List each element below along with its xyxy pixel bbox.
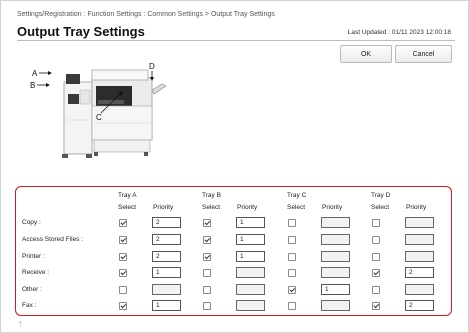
ok-button[interactable]: OK — [340, 45, 392, 63]
priority-input[interactable] — [321, 267, 350, 278]
tray-select-checkbox[interactable] — [203, 286, 211, 294]
row-label: Other : — [22, 286, 42, 293]
label-a: A — [32, 69, 38, 78]
tray-select-checkbox[interactable] — [119, 269, 127, 277]
select-header: Select — [287, 204, 306, 211]
priority-input[interactable] — [236, 284, 265, 295]
select-header: Select — [371, 204, 390, 211]
page-title: Output Tray Settings — [17, 24, 145, 39]
priority-input[interactable]: 2 — [405, 267, 434, 278]
priority-header: Priority — [406, 204, 427, 211]
tray-select-checkbox[interactable] — [288, 253, 296, 261]
priority-input[interactable]: 2 — [152, 251, 181, 262]
priority-input[interactable] — [405, 284, 434, 295]
priority-input[interactable]: 2 — [405, 300, 434, 311]
tray-select-checkbox[interactable] — [372, 302, 380, 310]
priority-input[interactable] — [321, 234, 350, 245]
tray-select-checkbox[interactable] — [119, 302, 127, 310]
row-label: Copy : — [22, 219, 41, 226]
priority-header: Priority — [237, 204, 258, 211]
priority-input[interactable] — [152, 284, 181, 295]
tray-select-checkbox[interactable] — [372, 253, 380, 261]
row-label: Receive : — [22, 269, 50, 276]
label-c: C — [96, 113, 102, 122]
priority-input[interactable] — [321, 251, 350, 262]
row-label: Fax : — [22, 302, 37, 309]
priority-input[interactable]: 1 — [321, 284, 350, 295]
tray-select-checkbox[interactable] — [288, 269, 296, 277]
tray-select-checkbox[interactable] — [203, 219, 211, 227]
tray-select-checkbox[interactable] — [203, 302, 211, 310]
tray-select-checkbox[interactable] — [372, 236, 380, 244]
tray-name-header: Tray D — [371, 192, 391, 199]
cancel-button[interactable]: Cancel — [395, 45, 452, 63]
machine-illustration: A B D C — [30, 62, 167, 158]
row-label: Printer : — [22, 253, 45, 260]
select-header: Select — [118, 204, 137, 211]
tray-select-checkbox[interactable] — [288, 286, 296, 294]
priority-input[interactable] — [236, 300, 265, 311]
tray-select-checkbox[interactable] — [119, 219, 127, 227]
tray-select-checkbox[interactable] — [288, 219, 296, 227]
label-b: B — [30, 81, 35, 90]
breadcrumb: Settings/Registration : Function Setting… — [17, 11, 275, 18]
scroll-up-icon[interactable]: ⇡ — [17, 320, 24, 329]
last-updated-timestamp: Last Updated : 01/11 2023 12:00:18 — [347, 29, 451, 36]
tray-select-checkbox[interactable] — [119, 236, 127, 244]
priority-input[interactable] — [236, 267, 265, 278]
tray-name-header: Tray B — [202, 192, 221, 199]
priority-input[interactable] — [321, 300, 350, 311]
priority-input[interactable] — [405, 217, 434, 228]
tray-select-checkbox[interactable] — [288, 302, 296, 310]
tray-select-checkbox[interactable] — [372, 219, 380, 227]
tray-select-checkbox[interactable] — [119, 286, 127, 294]
tray-select-checkbox[interactable] — [372, 269, 380, 277]
tray-name-header: Tray A — [118, 192, 137, 199]
tray-select-checkbox[interactable] — [203, 253, 211, 261]
tray-select-checkbox[interactable] — [372, 286, 380, 294]
tray-name-header: Tray C — [287, 192, 307, 199]
priority-input[interactable]: 1 — [152, 267, 181, 278]
select-header: Select — [202, 204, 221, 211]
priority-header: Priority — [153, 204, 174, 211]
priority-input[interactable]: 1 — [152, 300, 181, 311]
tray-select-checkbox[interactable] — [288, 236, 296, 244]
label-d: D — [149, 62, 155, 71]
priority-input[interactable]: 2 — [152, 217, 181, 228]
tray-select-checkbox[interactable] — [119, 253, 127, 261]
priority-input[interactable]: 2 — [152, 234, 181, 245]
row-label: Access Stored Files : — [22, 236, 84, 243]
priority-input[interactable] — [405, 251, 434, 262]
priority-input[interactable]: 1 — [236, 217, 265, 228]
title-divider — [17, 40, 455, 41]
priority-input[interactable]: 1 — [236, 251, 265, 262]
priority-header: Priority — [322, 204, 343, 211]
tray-select-checkbox[interactable] — [203, 269, 211, 277]
tray-select-checkbox[interactable] — [203, 236, 211, 244]
priority-input[interactable] — [405, 234, 434, 245]
priority-input[interactable] — [321, 217, 350, 228]
priority-input[interactable]: 1 — [236, 234, 265, 245]
